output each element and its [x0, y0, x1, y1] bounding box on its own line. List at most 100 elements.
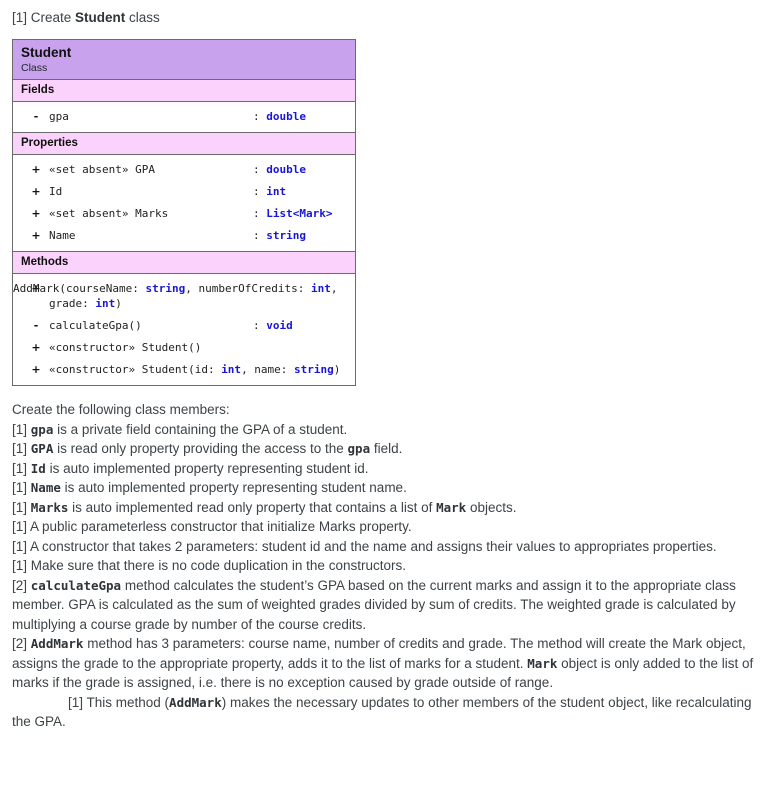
uml-signature-token: , name: — [241, 363, 295, 376]
uml-member-type: : void — [249, 318, 349, 333]
uml-member-signature: «constructor» Student() — [49, 341, 202, 354]
uml-member-row: + «constructor» Student(id: int, name: st… — [13, 358, 355, 380]
private-visibility-icon: - — [33, 319, 39, 332]
uml-member-signature: «constructor» Student(id: int, name: str… — [49, 362, 349, 377]
uml-signature-token: , numberOfCredits: — [185, 282, 312, 295]
uml-member-signature: Id — [49, 185, 63, 198]
code-identifier: Name — [30, 480, 61, 495]
instructions-block: Create the following class members: [1] … — [12, 400, 764, 732]
code-identifier: AddMark — [169, 694, 222, 710]
uml-type-colon: : — [253, 207, 267, 220]
uml-type-token: List<Mark> — [266, 207, 333, 220]
uml-type-token: string — [294, 363, 334, 376]
requirement-text: [1] — [12, 421, 31, 437]
task-marker: [1] — [12, 10, 31, 25]
uml-signature-token: ) — [333, 363, 341, 376]
uml-member-row: + Name: string — [13, 224, 355, 246]
uml-type-token: string — [266, 229, 306, 242]
public-visibility-icon: + — [31, 229, 41, 242]
uml-type-token: void — [266, 319, 293, 332]
uml-member-signature: «set absent» Marks — [49, 207, 169, 220]
uml-member-signature: Name — [49, 229, 76, 242]
requirement-text: [1] A constructor that takes 2 parameter… — [12, 538, 717, 554]
uml-member-signature: «set absent» GPA — [49, 163, 155, 176]
code-identifier: GPA — [30, 441, 54, 456]
uml-section-rows-methods: + AddMark(courseName: string, numberOfCre… — [13, 274, 355, 385]
public-visibility-icon: + — [31, 341, 41, 354]
public-visibility-icon: + — [31, 185, 41, 198]
uml-title-bar: Student Class — [13, 40, 355, 80]
uml-member-row: + «set absent» Marks: List<Mark> — [13, 202, 355, 224]
requirement-line: [2] calculateGpa method calculates the s… — [12, 576, 764, 635]
requirement-text: [2] — [12, 577, 31, 593]
private-visibility-icon: - — [33, 110, 39, 123]
uml-member-row: + AddMark(courseName: string, numberOfCre… — [13, 277, 355, 314]
uml-type-token: double — [266, 110, 306, 123]
requirement-text: [1] This method ( — [68, 694, 170, 710]
uml-type-colon: : — [253, 110, 267, 123]
uml-section-header-fields: Fields — [13, 80, 355, 102]
uml-member-row: + Id: int — [13, 180, 355, 202]
uml-type-token: int — [311, 282, 331, 295]
uml-signature-token: ) — [115, 297, 122, 310]
requirement-line: [1] Marks is auto implemented read only … — [12, 498, 764, 518]
uml-signature-token: «constructor» Student(id: — [49, 363, 222, 376]
uml-type-token: double — [266, 163, 306, 176]
uml-section-header-methods: Methods — [13, 251, 355, 274]
uml-member-signature: AddMark(courseName: string, numberOfCred… — [13, 281, 349, 311]
requirement-text: is auto implemented property representin… — [45, 460, 369, 476]
uml-class-diagram: Student Class Fields - gpa: double Properti… — [12, 39, 356, 386]
uml-member-signature: calculateGpa() — [49, 319, 142, 332]
uml-member-row: - calculateGpa(): void — [13, 314, 355, 336]
requirement-text: is read only property providing the acce… — [53, 441, 348, 456]
page-title: [1] Create Student class — [12, 8, 766, 27]
requirement-text: method calculates the student’s GPA base… — [12, 577, 736, 632]
requirement-line: [1] A public parameterless constructor t… — [12, 517, 764, 537]
requirement-line: [1] gpa is a private field containing th… — [12, 420, 764, 440]
uml-member-type: : double — [249, 109, 349, 124]
requirement-line: [1] A constructor that takes 2 parameter… — [12, 537, 764, 557]
requirement-text: [1] Make sure that there is no code dupl… — [12, 558, 406, 573]
requirement-text: objects. — [466, 499, 517, 515]
task-heading-pre: Create — [30, 10, 76, 25]
code-identifier: Mark — [527, 655, 558, 671]
uml-type-colon: : — [253, 319, 267, 332]
uml-sections: Fields - gpa: double Properties + «set absent… — [13, 80, 355, 385]
requirement-line: [1] This method (AddMark) makes the nece… — [12, 693, 764, 732]
requirement-line: [1] Make sure that there is no code dupl… — [12, 556, 764, 576]
code-identifier: Mark — [436, 499, 467, 515]
requirement-text: is a private field containing the GPA of… — [53, 421, 348, 437]
requirement-text: [1] — [12, 460, 31, 476]
uml-member-row: - gpa: double — [13, 105, 355, 127]
code-identifier: Marks — [30, 499, 69, 515]
requirement-line: [1] GPA is read only property providing … — [12, 439, 764, 459]
uml-member-type: : string — [249, 228, 349, 243]
code-identifier: calculateGpa — [30, 577, 122, 593]
requirements-list: [1] gpa is a private field containing th… — [12, 420, 764, 732]
uml-type-colon: : — [253, 229, 267, 242]
instructions-intro: Create the following class members: — [12, 402, 230, 417]
uml-type-colon: : — [253, 163, 267, 176]
uml-signature-token: AddMark(courseName: — [13, 282, 146, 295]
requirement-text: field. — [370, 441, 403, 456]
uml-section-header-properties: Properties — [13, 132, 355, 155]
task-heading-post: class — [125, 10, 160, 25]
uml-section-rows-fields: - gpa: double — [13, 102, 355, 132]
requirement-text: is auto implemented read only property t… — [68, 499, 437, 515]
code-identifier: gpa — [30, 421, 54, 437]
requirement-text: [1] — [12, 441, 31, 456]
uml-type-token: int — [266, 185, 287, 198]
requirement-line: [1] Name is auto implemented property re… — [12, 478, 764, 498]
task-heading-classname: Student — [75, 10, 126, 25]
uml-type-token: int — [221, 363, 242, 376]
uml-type-token: string — [145, 282, 186, 295]
requirement-text: [1] — [12, 499, 31, 515]
uml-type-colon: : — [253, 185, 267, 198]
uml-member-row: + «set absent» GPA: double — [13, 158, 355, 180]
code-identifier: Id — [30, 460, 46, 476]
requirement-text: is auto implemented property representin… — [60, 480, 407, 495]
uml-member-type: : int — [249, 184, 349, 199]
requirement-line: [1] Id is auto implemented property repr… — [12, 459, 764, 479]
document-page: [1] Create Student class Student Class F… — [0, 0, 776, 732]
public-visibility-icon: + — [31, 363, 41, 376]
